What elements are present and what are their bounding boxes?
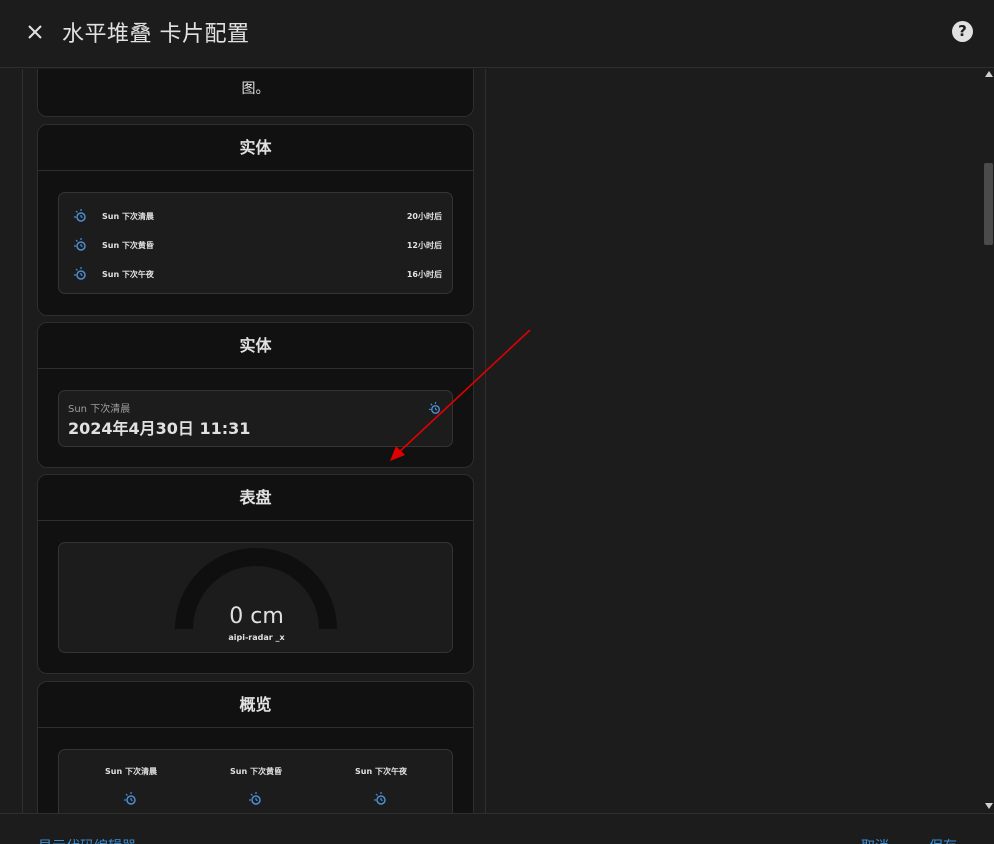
entity-card: 实体 Sun 下次清晨 2024年4月30日 11:31	[37, 322, 474, 468]
entity-value: 20小时后	[406, 212, 442, 221]
entity-row-dusk[interactable]: Sun 下次黄昏 12小时后	[71, 237, 442, 255]
entities-list: Sun 下次清晨 20小时后 Sun 下次黄昏 12小时后 Sun 下次午夜 1…	[58, 192, 453, 294]
cancel-button[interactable]: 取消	[861, 836, 889, 844]
card-preview: 图。 实体 Sun 下次清晨 20小时后 Sun 下次黄昏 12小时后 Sun …	[22, 69, 486, 813]
sun-clock-icon	[249, 792, 261, 805]
dialog-content[interactable]: 图。 实体 Sun 下次清晨 20小时后 Sun 下次黄昏 12小时后 Sun …	[0, 69, 994, 813]
gauge-tile[interactable]: 0 cm aipi-radar _x	[58, 542, 453, 653]
scroll-down-arrow-icon[interactable]	[985, 803, 993, 809]
card-title: 概览	[38, 682, 473, 728]
sun-clock-icon	[374, 792, 386, 805]
markdown-card: 图。	[37, 69, 474, 117]
sun-clock-icon	[74, 267, 86, 280]
show-code-editor-button[interactable]: 显示代码编辑器	[38, 836, 136, 844]
entity-name: Sun 下次黄昏	[102, 241, 154, 250]
gauge-card: 表盘 0 cm aipi-radar _x	[37, 474, 474, 674]
scrollbar[interactable]	[982, 69, 994, 813]
scroll-thumb[interactable]	[984, 163, 993, 245]
entity-value: 12小时后	[406, 241, 442, 250]
sun-clock-icon	[124, 792, 136, 805]
entity-tile[interactable]: Sun 下次清晨 2024年4月30日 11:31	[58, 390, 453, 447]
scroll-up-arrow-icon[interactable]	[985, 71, 993, 77]
gauge-value: 0 cm	[229, 604, 284, 629]
entity-row-sunrise[interactable]: Sun 下次清晨 20小时后	[71, 208, 442, 226]
glance-name: Sun 下次午夜	[355, 767, 407, 776]
entity-state: 2024年4月30日 11:31	[68, 419, 251, 438]
sun-clock-icon	[74, 209, 86, 222]
entity-name: Sun 下次午夜	[102, 270, 154, 279]
dialog-footer: 显示代码编辑器 取消 保存	[0, 813, 994, 844]
entity-name: Sun 下次清晨	[68, 404, 131, 415]
sun-clock-icon	[74, 238, 86, 251]
glance-tiles: Sun 下次清晨 Sun 下次黄昏 Sun 下次午夜	[58, 749, 453, 813]
glance-name: Sun 下次黄昏	[230, 767, 282, 776]
save-button[interactable]: 保存	[929, 836, 957, 844]
card-title: 实体	[38, 125, 473, 171]
entity-value: 16小时后	[406, 270, 442, 279]
card-title: 实体	[38, 323, 473, 369]
dialog-title: 水平堆叠 卡片配置	[62, 22, 250, 47]
sun-clock-icon	[428, 401, 440, 414]
dialog-header: 水平堆叠 卡片配置 ?	[0, 0, 994, 68]
glance-item[interactable]: Sun 下次清晨	[71, 766, 191, 807]
glance-name: Sun 下次清晨	[105, 767, 157, 776]
markdown-text: 图。	[241, 81, 270, 97]
entity-row-midnight[interactable]: Sun 下次午夜 16小时后	[71, 266, 442, 284]
glance-item[interactable]: Sun 下次黄昏	[196, 766, 316, 807]
help-icon: ?	[958, 22, 967, 40]
glance-item[interactable]: Sun 下次午夜	[321, 766, 441, 807]
help-button[interactable]: ?	[952, 21, 973, 42]
glance-card: 概览 Sun 下次清晨 Sun 下次黄昏 Sun 下次午夜	[37, 681, 474, 813]
close-icon	[28, 25, 42, 39]
gauge-name: aipi-radar _x	[228, 633, 285, 642]
close-button[interactable]	[22, 19, 48, 45]
entities-card: 实体 Sun 下次清晨 20小时后 Sun 下次黄昏 12小时后 Sun 下次午…	[37, 124, 474, 316]
card-title: 表盘	[38, 475, 473, 521]
entity-name: Sun 下次清晨	[102, 212, 154, 221]
